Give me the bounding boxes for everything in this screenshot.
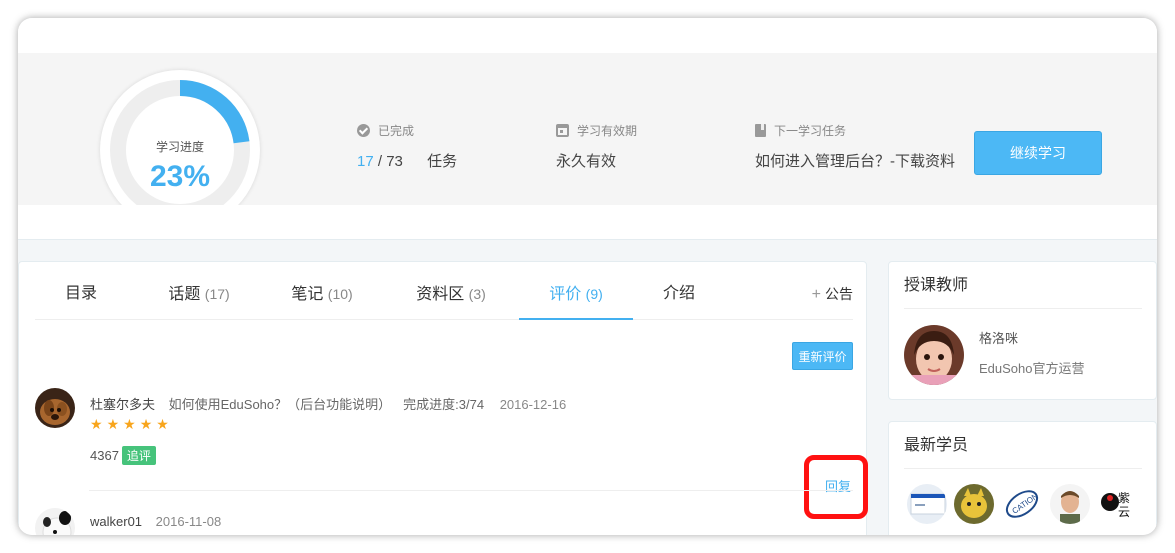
star-icon: ★: [139, 416, 157, 432]
tab-reviews-label: 评价: [549, 286, 582, 303]
course-main-panel: 目录 话题 (17) 笔记 (10) 资料区 (3) 评价 (9) 介绍 + 公…: [18, 261, 868, 535]
review-progress: 完成进度:3/74: [403, 397, 485, 412]
teacher-card-title: 授课教师: [904, 262, 1142, 309]
completed-stat: 已完成 17 / 73 任务: [357, 123, 457, 173]
tab-notes-count: (10): [327, 286, 353, 302]
plus-icon: +: [811, 286, 821, 303]
check-circle-icon: [357, 123, 370, 137]
tab-notes-label: 笔记: [291, 286, 324, 303]
review-divider: [89, 490, 853, 491]
review-content: 4367: [90, 448, 119, 463]
completed-count: 17: [357, 153, 374, 170]
top-spacer: [18, 18, 1157, 53]
tab-topics-count: (17): [204, 286, 230, 302]
star-icon: ★: [106, 416, 124, 432]
student-avatar[interactable]: CATION: [1002, 484, 1042, 524]
progress-label: 学习进度: [155, 140, 204, 154]
rerate-button[interactable]: 重新评价: [792, 342, 853, 370]
student-avatar[interactable]: [1050, 484, 1090, 524]
next-task-link[interactable]: 如何进入管理后台？-下载资料: [755, 151, 960, 173]
star-icon: ★: [90, 416, 107, 432]
review-date: 2016-11-08: [155, 514, 222, 529]
total-count: / 73: [377, 153, 403, 170]
student-avatar[interactable]: [907, 484, 947, 524]
announcement-label: 公告: [825, 286, 853, 302]
reviewer-avatar[interactable]: [35, 388, 75, 428]
review-item: walker01 2016-11-08 ★★★★☆: [35, 508, 853, 535]
continue-learning-button[interactable]: 继续学习: [974, 131, 1102, 175]
teacher-org: EduSoho官方运营: [979, 361, 1085, 376]
tab-intro-label: 介绍: [662, 285, 695, 302]
star-icon: ★: [123, 416, 140, 432]
tab-topics[interactable]: 话题 (17): [139, 262, 259, 320]
validity-value: 永久有效: [556, 153, 617, 170]
svg-text:云: 云: [1118, 505, 1130, 519]
review-date: 2016-12-16: [499, 397, 567, 412]
review-item: 杜塞尔多夫 如何使用EduSoho？（后台功能说明） 完成进度:3/74 2016…: [35, 388, 853, 478]
new-students-title: 最新学员: [904, 422, 1142, 469]
tab-reviews[interactable]: 评价 (9): [519, 262, 633, 320]
progress-value: 23%: [149, 160, 211, 193]
tab-materials[interactable]: 资料区 (3): [385, 262, 517, 320]
tab-materials-count: (3): [468, 286, 486, 302]
follow-up-badge: 追评: [121, 446, 156, 465]
tab-catalog[interactable]: 目录: [35, 262, 127, 320]
student-avatar[interactable]: 紫 云: [1097, 484, 1137, 524]
learning-progress-panel: 学习进度 23% 已完成 17 / 73 任务 学习有效期 永久有效 下一学习任…: [18, 53, 1157, 230]
next-task-label: 下一学习任务: [774, 123, 847, 138]
reviewer-name[interactable]: 杜塞尔多夫: [90, 397, 155, 412]
rating-stars: ★★★★★: [90, 416, 173, 433]
review-course: 如何使用EduSoho？（后台功能说明）: [168, 397, 392, 412]
tab-reviews-count: (9): [585, 286, 603, 302]
tab-materials-label: 资料区: [416, 286, 465, 303]
reviewer-name[interactable]: walker01: [90, 514, 142, 529]
student-avatar[interactable]: [954, 484, 994, 524]
svg-text:紫: 紫: [1118, 491, 1130, 505]
header-bottom-spacer: [18, 205, 1157, 240]
tab-notes[interactable]: 笔记 (10): [261, 262, 383, 320]
completed-label: 已完成: [378, 123, 415, 138]
star-icon: ★: [156, 416, 173, 432]
calendar-icon: [556, 123, 569, 137]
next-task-stat: 下一学习任务 如何进入管理后台？-下载资料: [755, 123, 960, 173]
validity-label: 学习有效期: [577, 123, 638, 138]
tab-catalog-label: 目录: [64, 285, 97, 302]
completed-unit: 任务: [427, 153, 458, 170]
course-tabs: 目录 话题 (17) 笔记 (10) 资料区 (3) 评价 (9) 介绍 + 公…: [35, 262, 853, 320]
reviewer-avatar[interactable]: [35, 508, 75, 535]
book-icon: [755, 123, 766, 137]
validity-stat: 学习有效期 永久有效: [556, 123, 637, 173]
tab-topics-label: 话题: [168, 286, 201, 303]
announcement-button[interactable]: + 公告: [812, 262, 853, 320]
app-window: 学习进度 23% 已完成 17 / 73 任务 学习有效期 永久有效 下一学习任…: [18, 18, 1157, 535]
teacher-avatar[interactable]: [904, 325, 964, 385]
teacher-card: 授课教师 格洛咪 EduSoho官方运营: [888, 261, 1157, 400]
new-students-card: 最新学员 CATION 紫 云: [888, 421, 1157, 535]
tab-intro[interactable]: 介绍: [635, 262, 723, 320]
teacher-name[interactable]: 格洛咪: [979, 328, 1018, 347]
